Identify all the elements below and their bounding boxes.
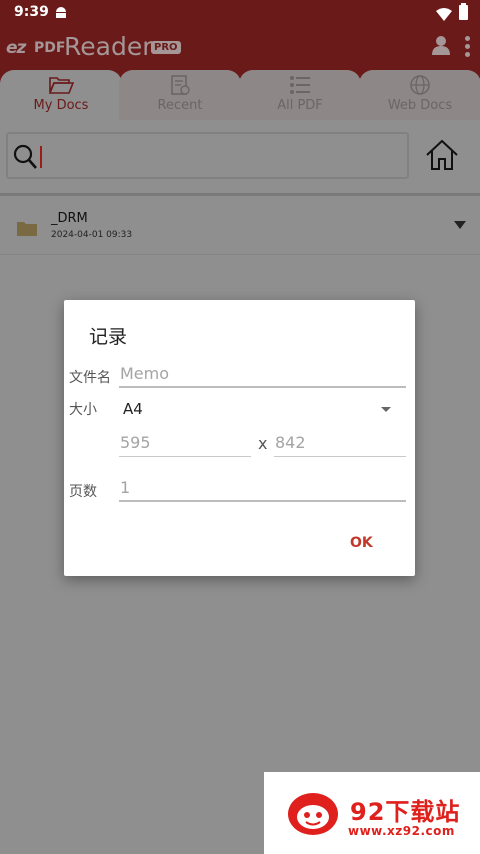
tab-web-docs[interactable]: Web Docs	[359, 70, 480, 120]
size-select[interactable]: A4	[119, 397, 406, 425]
height-input[interactable]	[274, 429, 406, 457]
search-bar	[0, 120, 480, 196]
text-caret	[40, 146, 42, 168]
list-item[interactable]: _DRM 2024-04-01 09:33	[0, 199, 480, 255]
filename-input[interactable]	[119, 360, 406, 388]
battery-icon	[459, 3, 468, 20]
wifi-icon	[436, 6, 452, 25]
logo-pro-badge: PRO	[151, 41, 181, 54]
search-icon	[12, 143, 38, 175]
ok-button[interactable]: OK	[350, 535, 373, 551]
watermark-text: 92下载站	[350, 798, 461, 826]
folder-open-icon	[48, 74, 75, 100]
folder-icon	[17, 220, 37, 240]
list-icon	[288, 74, 312, 100]
pages-label: 页数	[69, 484, 97, 500]
width-input[interactable]	[119, 429, 251, 457]
tab-my-docs[interactable]: My Docs	[0, 70, 122, 120]
chevron-down-icon[interactable]	[454, 221, 466, 229]
dialog-title: 记录	[89, 326, 128, 348]
status-bar: 9:39	[0, 0, 480, 26]
dropdown-arrow-icon	[381, 407, 391, 412]
logo-pdf: PDF	[34, 40, 66, 56]
file-date: 2024-04-01 09:33	[51, 230, 133, 240]
more-options-icon[interactable]	[465, 36, 471, 60]
watermark: 92下载站 www.xz92.com	[264, 772, 480, 854]
filename-label: 文件名	[69, 370, 111, 386]
tab-label: Web Docs	[387, 98, 453, 113]
size-select-value: A4	[123, 400, 143, 418]
tab-all-pdf[interactable]: All PDF	[239, 70, 361, 120]
android-icon	[54, 5, 68, 24]
home-icon[interactable]	[424, 138, 460, 176]
tab-label: All PDF	[277, 98, 323, 113]
tab-label: My Docs	[33, 98, 89, 113]
dimension-separator: x	[258, 434, 268, 453]
user-icon[interactable]	[432, 35, 450, 59]
search-box[interactable]	[6, 132, 409, 179]
app-bar: ez PDF Reader PRO	[0, 26, 480, 70]
status-time: 9:39	[14, 4, 49, 20]
size-label: 大小	[69, 402, 97, 418]
search-input[interactable]	[46, 140, 396, 172]
tab-recent[interactable]: Recent	[119, 70, 241, 120]
watermark-logo-icon	[286, 790, 340, 842]
logo-reader: Reader	[64, 32, 153, 61]
file-name: _DRM	[51, 211, 88, 226]
recent-doc-icon	[169, 74, 191, 100]
tab-bar: My Docs Recent All PDF Web Docs	[0, 70, 480, 120]
tab-label: Recent	[157, 98, 203, 113]
new-memo-dialog: 记录 文件名 大小 A4 x 页数 OK	[64, 300, 415, 576]
watermark-url: www.xz92.com	[348, 824, 455, 838]
pages-input[interactable]	[119, 474, 406, 502]
globe-icon	[409, 74, 431, 100]
logo-ez: ez	[6, 38, 26, 58]
